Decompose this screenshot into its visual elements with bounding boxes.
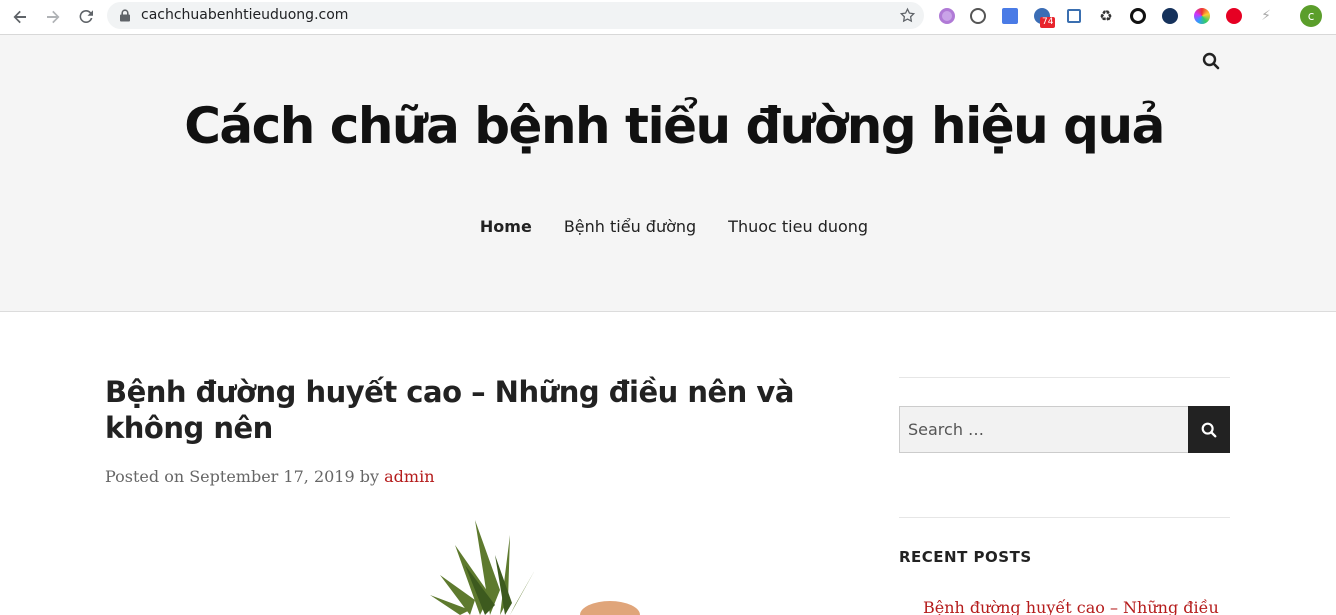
address-bar[interactable]: cachchuabenhtieuduong.com	[107, 2, 924, 29]
search-submit-button[interactable]	[1188, 406, 1230, 453]
url-text: cachchuabenhtieuduong.com	[141, 7, 349, 23]
meta-by: by	[359, 467, 380, 486]
meta-prefix: Posted on	[105, 467, 185, 486]
post-meta: Posted on September 17, 2019 by admin	[105, 467, 435, 486]
arrow-right-icon	[47, 10, 60, 24]
main-navigation: Home Bệnh tiểu đường Thuoc tieu duong	[0, 217, 1336, 236]
ip-extension-icon[interactable]	[1160, 6, 1180, 26]
post-author[interactable]: admin	[384, 467, 434, 486]
browser-toolbar: cachchuabenhtieuduong.com 74 ♻ ⚡ c	[0, 0, 1336, 35]
pinterest-icon[interactable]	[1224, 6, 1244, 26]
nav-item-thuoc-tieu-duong[interactable]: Thuoc tieu duong	[728, 217, 868, 236]
featured-image	[400, 515, 660, 615]
sidebar-divider	[899, 517, 1230, 518]
sidebar-search-input[interactable]: Search …	[899, 406, 1189, 453]
nav-item-benh-tieu-duong[interactable]: Bệnh tiểu đường	[564, 217, 696, 236]
fruit-slice	[580, 601, 640, 615]
search-icon[interactable]	[1201, 51, 1221, 71]
lock-icon	[120, 9, 130, 22]
reload-icon	[79, 9, 93, 23]
sidebar-divider	[899, 377, 1230, 378]
star-icon[interactable]	[899, 7, 916, 24]
forward-button[interactable]	[41, 5, 65, 29]
search-icon	[1201, 422, 1217, 437]
post-date[interactable]: September 17, 2019	[189, 467, 354, 486]
site-title[interactable]: Cách chữa bệnh tiểu đường hiệu quả	[0, 97, 1336, 155]
sync-icon[interactable]	[1128, 6, 1148, 26]
extension-badge: 74	[1040, 17, 1056, 28]
arrow-left-icon	[13, 10, 26, 24]
site-header: Cách chữa bệnh tiểu đường hiệu quả Home …	[0, 35, 1336, 312]
wordpress-icon[interactable]	[968, 6, 988, 26]
color-picker-icon[interactable]	[1192, 6, 1212, 26]
post-title[interactable]: Bệnh đường huyết cao – Những điều nên và…	[105, 374, 805, 446]
nav-item-home[interactable]: Home	[480, 217, 532, 236]
recent-posts-title: RECENT POSTS	[899, 548, 1032, 566]
recent-posts-list: Bệnh đường huyết cao – Những điều	[917, 598, 1237, 615]
extension-purple-icon[interactable]	[937, 6, 957, 26]
recycle-icon[interactable]: ♻	[1096, 6, 1116, 26]
recent-post-link[interactable]: Bệnh đường huyết cao – Những điều	[923, 598, 1237, 615]
back-button[interactable]	[8, 5, 32, 29]
profile-avatar[interactable]: c	[1300, 5, 1322, 27]
reload-button[interactable]	[74, 5, 98, 29]
lightning-icon[interactable]: ⚡	[1256, 6, 1276, 26]
extension-calendar-icon[interactable]	[1064, 6, 1084, 26]
translate-icon[interactable]	[1000, 6, 1020, 26]
